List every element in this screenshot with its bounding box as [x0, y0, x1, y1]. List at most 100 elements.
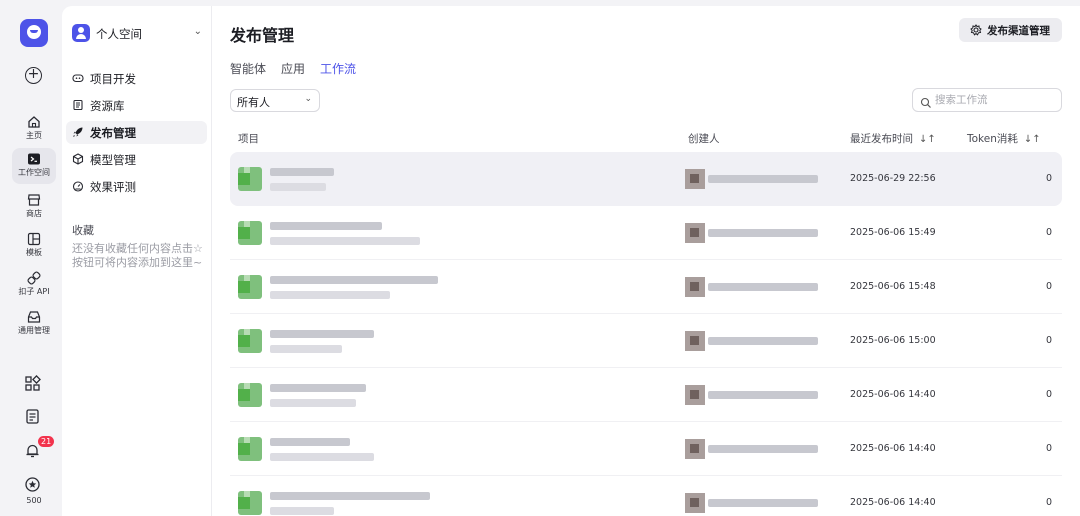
- search-input[interactable]: [935, 92, 1055, 108]
- document-icon[interactable]: [24, 408, 44, 428]
- creator-name: [708, 391, 818, 399]
- workflow-description: [270, 345, 342, 353]
- rail-item-home[interactable]: 主页: [12, 111, 56, 147]
- table-row[interactable]: 2025-06-29 22:56 0: [230, 152, 1062, 206]
- creator-name: [708, 337, 818, 345]
- bell-icon[interactable]: 21: [24, 436, 55, 462]
- credit-count: 500: [26, 496, 42, 505]
- library-icon: [72, 99, 84, 111]
- space-selector[interactable]: 个人空间 ⌄: [72, 23, 204, 43]
- rail-item-general[interactable]: 通用管理: [12, 306, 56, 342]
- page-title: 发布管理: [230, 26, 295, 45]
- sidebar-item-label: 资源库: [90, 99, 125, 113]
- rail-item-template[interactable]: 模板: [12, 228, 56, 264]
- inbox-icon: [27, 309, 41, 323]
- app-logo-icon[interactable]: [20, 19, 48, 47]
- gear-icon: [970, 24, 982, 36]
- table-row[interactable]: 2025-06-06 15:49 0: [230, 206, 1062, 260]
- creator-avatar: [685, 493, 705, 513]
- credit-star-icon[interactable]: [24, 476, 44, 496]
- creator-name: [708, 499, 818, 507]
- workflow-thumbnail: [238, 275, 262, 299]
- rail-label-api: 扣子 API: [18, 287, 50, 296]
- column-header-label: Token消耗: [967, 133, 1018, 145]
- rail-label-home: 主页: [26, 131, 42, 140]
- rail-label-workspace: 工作空间: [18, 168, 50, 177]
- template-icon: [27, 231, 41, 246]
- publish-channel-button[interactable]: 发布渠道管理: [959, 18, 1062, 42]
- sidebar-item-publish[interactable]: 发布管理: [66, 121, 207, 144]
- workflow-description: [270, 291, 390, 299]
- owner-filter-value: 所有人: [237, 96, 270, 109]
- table-row[interactable]: 2025-06-06 14:40 0: [230, 422, 1062, 476]
- sort-icon[interactable]: ↓↑: [1024, 134, 1041, 145]
- workflow-thumbnail: [238, 383, 262, 407]
- workflow-description: [270, 237, 420, 245]
- create-plus-icon[interactable]: +: [25, 67, 42, 84]
- publish-time: 2025-06-06 15:49: [850, 227, 936, 238]
- token-usage: 0: [1046, 335, 1053, 346]
- link-icon: [27, 270, 41, 285]
- home-icon: [27, 114, 41, 128]
- sidebar-item-models[interactable]: 模型管理: [66, 148, 207, 171]
- column-header-label: 项目: [238, 133, 259, 145]
- publish-time: 2025-06-06 14:40: [850, 389, 936, 400]
- chevron-down-icon: ⌄: [304, 94, 312, 104]
- workflow-description: [270, 183, 326, 191]
- column-header-label: 最近发布时间: [850, 133, 913, 145]
- workflow-thumbnail: [238, 491, 262, 515]
- icon-rail: + 主页 工作空间 商店 模板 扣子 API 通用管理 21 500: [0, 0, 62, 516]
- workflow-name: [270, 438, 350, 446]
- sidebar-item-evaluation[interactable]: 效果评测: [66, 175, 207, 198]
- workflow-thumbnail: [238, 167, 262, 191]
- gauge-icon: [72, 180, 84, 192]
- token-usage: 0: [1046, 281, 1053, 292]
- sidebar-item-label: 发布管理: [90, 126, 136, 140]
- table-row[interactable]: 2025-06-06 14:40 0: [230, 476, 1062, 516]
- notification-badge: 21: [38, 436, 55, 447]
- sidebar-item-projects[interactable]: 项目开发: [66, 67, 207, 90]
- table-row[interactable]: 2025-06-06 14:40 0: [230, 368, 1062, 422]
- rail-item-workspace[interactable]: 工作空间: [12, 148, 56, 184]
- creator-avatar: [685, 331, 705, 351]
- token-usage: 0: [1046, 389, 1053, 400]
- workflow-name: [270, 222, 382, 230]
- rail-item-api[interactable]: 扣子 API: [12, 267, 56, 303]
- chevron-down-icon: ⌄: [193, 26, 202, 37]
- rail-item-store[interactable]: 商店: [12, 189, 56, 225]
- scan-icon[interactable]: [24, 375, 44, 395]
- publish-time: 2025-06-06 14:40: [850, 497, 936, 508]
- publish-time: 2025-06-06 15:48: [850, 281, 936, 292]
- sidebar-item-library[interactable]: 资源库: [66, 94, 207, 117]
- space-sidebar: 个人空间 ⌄ 项目开发 资源库 发布管理 模型管理 效果评测 收藏 还没有收藏任…: [62, 6, 212, 516]
- token-usage: 0: [1046, 497, 1053, 508]
- workflow-description: [270, 507, 334, 515]
- table-row[interactable]: 2025-06-06 15:00 0: [230, 314, 1062, 368]
- tab-workflow[interactable]: 工作流: [320, 60, 356, 77]
- token-usage: 0: [1046, 227, 1053, 238]
- search-box: [912, 88, 1062, 112]
- rocket-icon: [72, 126, 84, 138]
- publish-time: 2025-06-06 15:00: [850, 335, 936, 346]
- table-row[interactable]: 2025-06-06 15:48 0: [230, 260, 1062, 314]
- workflow-name: [270, 384, 366, 392]
- user-avatar-icon: [72, 24, 90, 42]
- creator-avatar: [685, 223, 705, 243]
- column-header-label: 创建人: [688, 133, 720, 145]
- column-header-creator: 创建人: [688, 131, 720, 146]
- rail-label-template: 模板: [26, 248, 42, 257]
- tab-app[interactable]: 应用: [281, 60, 305, 77]
- sort-icon[interactable]: ↓↑: [919, 134, 936, 145]
- creator-name: [708, 283, 818, 291]
- sidebar-item-label: 效果评测: [90, 180, 136, 194]
- favorites-title: 收藏: [72, 224, 94, 237]
- rail-label-store: 商店: [26, 209, 42, 218]
- tab-agent[interactable]: 智能体: [230, 60, 266, 77]
- column-header-token[interactable]: Token消耗 ↓↑: [967, 131, 1041, 146]
- creator-name: [708, 229, 818, 237]
- owner-filter-select[interactable]: 所有人 ⌄: [230, 89, 320, 112]
- column-header-last-publish[interactable]: 最近发布时间 ↓↑: [850, 131, 936, 146]
- workflow-thumbnail: [238, 437, 262, 461]
- space-name: 个人空间: [96, 27, 142, 41]
- workflow-thumbnail: [238, 221, 262, 245]
